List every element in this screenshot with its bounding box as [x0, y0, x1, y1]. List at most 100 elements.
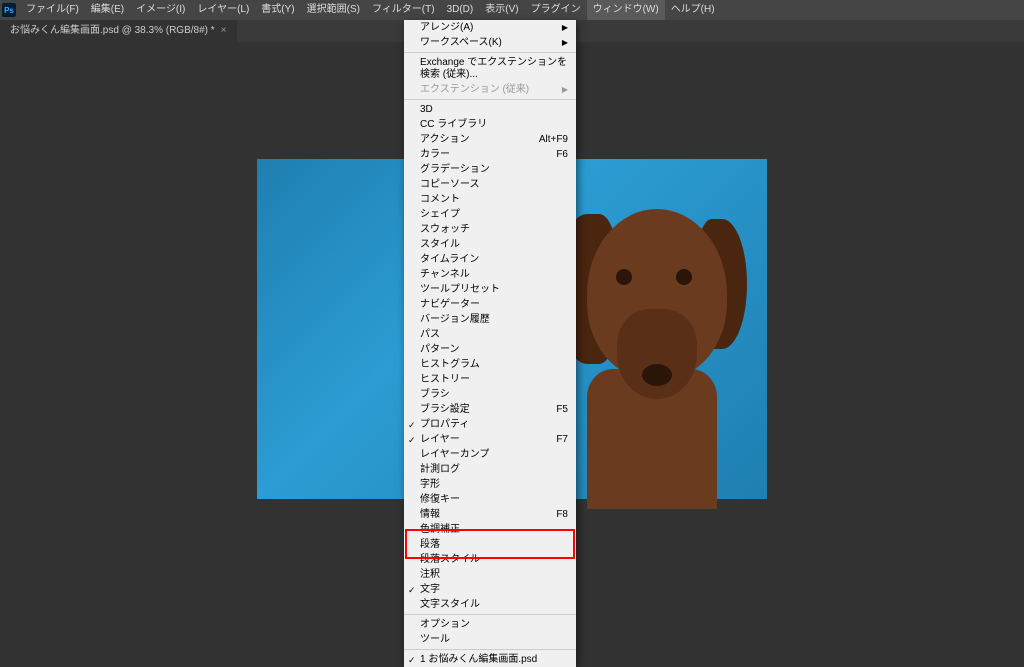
check-icon: ✓ [408, 584, 416, 596]
menu-item[interactable]: 段落 [404, 537, 576, 552]
menu-item-label: 段落スタイル [420, 554, 480, 566]
menu-item-label: カラー [420, 149, 450, 161]
app-icon: Ps [2, 3, 16, 17]
menu-item[interactable]: 字形 [404, 477, 576, 492]
menu-item-label: 色調補正 [420, 524, 460, 536]
menu-item-label: シェイプ [420, 209, 460, 221]
submenu-arrow-icon: ▶ [562, 84, 568, 96]
menu-item[interactable]: ブラシ設定 F5 [404, 402, 576, 417]
menu-表示[interactable]: 表示(V) [479, 0, 524, 20]
menu-item[interactable]: 色調補正 [404, 522, 576, 537]
menu-item-label: ワークスペース(K) [420, 37, 502, 49]
menu-item[interactable]: ヒストグラム [404, 357, 576, 372]
menu-item-label: 文字スタイル [420, 599, 480, 611]
document-tab-title: お悩みくん編集画面.psd @ 38.3% (RGB/8#) * [10, 20, 215, 42]
menu-item-shortcut: F8 [556, 509, 568, 521]
submenu-arrow-icon: ▶ [562, 37, 568, 49]
menu-item-label: 段落 [420, 539, 440, 551]
menu-item-label: コメント [420, 194, 460, 206]
menu-item[interactable]: コピーソース [404, 177, 576, 192]
menu-item-label: タイムライン [420, 254, 479, 266]
menu-item-label: 3D [420, 104, 433, 116]
menu-item[interactable]: 段落スタイル [404, 552, 576, 567]
menu-item[interactable]: パターン [404, 342, 576, 357]
menu-item-label: プロパティ [420, 419, 469, 431]
window-menu-dropdown: アレンジ(A)▶ ワークスペース(K) ▶ Exchange でエクステンションを検索… [404, 20, 576, 667]
menu-item[interactable]: カラー F6 [404, 147, 576, 162]
menu-プラグイン[interactable]: プラグイン [525, 0, 587, 20]
menu-item[interactable]: スウォッチ [404, 222, 576, 237]
menu-item[interactable]: ✓ 1 お悩みくん編集画面.psd [404, 652, 576, 667]
menu-item-label: ツールプリセット [420, 284, 500, 296]
menu-item[interactable]: 3D [404, 102, 576, 117]
menu-item[interactable]: CC ライブラリ [404, 117, 576, 132]
menu-item[interactable]: ✓プロパティ [404, 417, 576, 432]
menu-item-label: ヒストリー [420, 374, 470, 386]
menu-item[interactable]: ワークスペース(K) ▶ [404, 35, 576, 50]
menu-item[interactable]: コメント [404, 192, 576, 207]
menu-item[interactable]: ✓ 文字 [404, 582, 576, 597]
menu-item[interactable]: 注釈 [404, 567, 576, 582]
menu-item[interactable]: スタイル [404, 237, 576, 252]
menu-item[interactable]: オプション [404, 617, 576, 632]
menu-item-label: スウォッチ [420, 224, 470, 236]
menu-item[interactable]: 計測ログ [404, 462, 576, 477]
menu-item-label: エクステンション (従来) [420, 84, 529, 96]
submenu-arrow-icon: ▶ [562, 22, 568, 34]
menu-編集[interactable]: 編集(E) [85, 0, 130, 20]
menu-イメージ[interactable]: イメージ(I) [130, 0, 191, 20]
menu-item[interactable]: Exchange でエクステンションを検索 (従来)... [404, 55, 576, 82]
menu-item-label: パターン [420, 344, 460, 356]
menu-3d[interactable]: 3D(D) [441, 0, 480, 20]
menu-item[interactable]: シェイプ [404, 207, 576, 222]
menu-item[interactable]: グラデーション [404, 162, 576, 177]
menu-ウィンドウ[interactable]: ウィンドウ(W) [587, 0, 665, 20]
menu-item[interactable]: ナビゲーター [404, 297, 576, 312]
menu-item-label: レイヤーカンプ [420, 449, 489, 461]
menu-item-label: ナビゲーター [420, 299, 480, 311]
menu-item-label: オプション [420, 619, 470, 631]
menu-item-label: パス [420, 329, 440, 341]
menu-item[interactable]: ブラシ [404, 387, 576, 402]
menu-item-shortcut: F7 [556, 434, 568, 446]
menu-item[interactable]: チャンネル [404, 267, 576, 282]
menu-item-label: 計測ログ [420, 464, 460, 476]
menu-選択範囲[interactable]: 選択範囲(S) [301, 0, 366, 20]
menu-item[interactable]: アクション Alt+F9 [404, 132, 576, 147]
menu-item[interactable]: 修復キー [404, 492, 576, 507]
menu-item-shortcut: Alt+F9 [539, 134, 568, 146]
menu-item-label: チャンネル [420, 269, 470, 281]
menu-item[interactable]: アレンジ(A)▶ [404, 20, 576, 35]
menu-item-label: アクション [420, 134, 470, 146]
document-tab[interactable]: お悩みくん編集画面.psd @ 38.3% (RGB/8#) * × [0, 20, 237, 42]
menu-item-label: 1 お悩みくん編集画面.psd [420, 654, 537, 666]
menu-ファイル[interactable]: ファイル(F) [20, 0, 85, 20]
menu-item-label: バージョン履歴 [420, 314, 490, 326]
menu-item[interactable]: ツールプリセット [404, 282, 576, 297]
menu-item-label: ブラシ設定 [420, 404, 470, 416]
menu-item[interactable]: ✓レイヤーF7 [404, 432, 576, 447]
menu-item-label: CC ライブラリ [420, 119, 487, 131]
check-icon: ✓ [408, 434, 416, 446]
menu-item[interactable]: 情報F8 [404, 507, 576, 522]
menu-item-label: 字形 [420, 479, 440, 491]
menu-レイヤー[interactable]: レイヤー(L) [191, 0, 255, 20]
menu-item-shortcut: F6 [556, 149, 568, 161]
menu-item[interactable]: レイヤーカンプ [404, 447, 576, 462]
menu-item[interactable]: バージョン履歴 [404, 312, 576, 327]
menu-item-label: ヒストグラム [420, 359, 480, 371]
menu-item[interactable]: タイムライン [404, 252, 576, 267]
menu-item[interactable]: ツール [404, 632, 576, 647]
menu-ヘルプ[interactable]: ヘルプ(H) [665, 0, 721, 20]
close-icon[interactable]: × [221, 20, 227, 42]
menu-item-label: 文字 [420, 584, 440, 596]
menu-item[interactable]: ヒストリー [404, 372, 576, 387]
menu-書式[interactable]: 書式(Y) [255, 0, 300, 20]
menu-item-label: コピーソース [420, 179, 480, 191]
menu-フィルター[interactable]: フィルター(T) [366, 0, 441, 20]
menu-item[interactable]: 文字スタイル [404, 597, 576, 612]
menu-item[interactable]: パス [404, 327, 576, 342]
check-icon: ✓ [408, 654, 416, 666]
menu-item-shortcut: F5 [556, 404, 568, 416]
menu-item-label: 修復キー [420, 494, 460, 506]
